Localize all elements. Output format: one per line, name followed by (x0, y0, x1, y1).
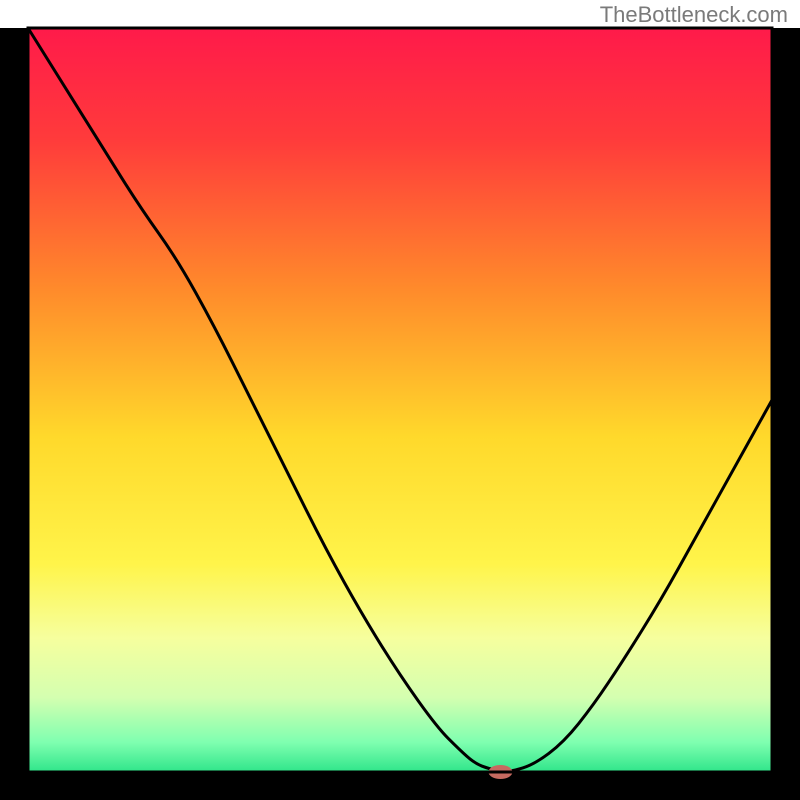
chart-svg (0, 0, 800, 800)
watermark-text: TheBottleneck.com (600, 2, 788, 28)
bottleneck-chart: TheBottleneck.com (0, 0, 800, 800)
